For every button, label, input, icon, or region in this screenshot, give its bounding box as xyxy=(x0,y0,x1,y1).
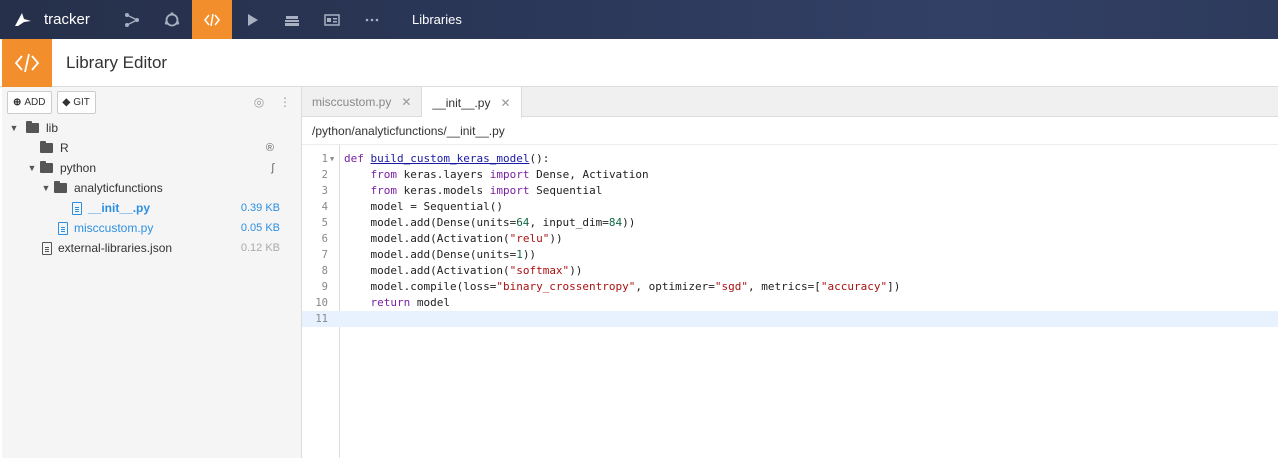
run-icon[interactable] xyxy=(232,0,272,39)
top-navbar: tracker Libraries xyxy=(0,0,1278,39)
line-number: 11 xyxy=(315,313,328,325)
add-button-label: ADD xyxy=(24,96,46,108)
line-number: 8 xyxy=(321,265,328,277)
file-icon xyxy=(72,201,82,215)
line-number: 9 xyxy=(321,281,328,293)
page-header: Library Editor xyxy=(0,38,1278,87)
line-number: 3 xyxy=(321,185,328,197)
git-button[interactable]: ◆ GIT xyxy=(56,90,96,114)
tree-folder-analyticfunctions[interactable]: ▼ analyticfunctions xyxy=(2,178,298,198)
git-button-label: GIT xyxy=(73,96,90,108)
line-number: 7 xyxy=(321,249,328,261)
jobs-icon[interactable] xyxy=(152,0,192,39)
tab-init[interactable]: __init__.py ✕ xyxy=(422,87,522,118)
tree-folder-python[interactable]: ▼ python ʃ xyxy=(2,158,298,178)
code-line[interactable]: 8 model.add(Activation("softmax")) xyxy=(302,263,1278,279)
close-icon[interactable]: ✕ xyxy=(500,96,510,110)
code-line[interactable]: 7 model.add(Dense(units=1)) xyxy=(302,247,1278,263)
tree-label: lib xyxy=(46,121,59,135)
tree-label: misccustom.py xyxy=(74,221,154,235)
folder-icon xyxy=(54,181,67,193)
tree-file-misccustom[interactable]: misccustom.py 0.05 KB xyxy=(2,218,298,238)
caret-down-icon[interactable]: ▼ xyxy=(26,163,38,173)
nav-section-label[interactable]: Libraries xyxy=(412,12,462,27)
code-text: model.add(Dense(units=1)) xyxy=(344,248,537,261)
brand[interactable]: tracker xyxy=(0,9,112,31)
tab-misccustom[interactable]: misccustom.py ✕ xyxy=(302,87,423,117)
file-icon xyxy=(58,221,68,235)
tree-folder-r[interactable]: R ® xyxy=(2,138,298,158)
settings-target-icon[interactable]: ◎ xyxy=(249,95,269,109)
file-toolbar: ⊕ ADD ◆ GIT ◎ ⋮ xyxy=(2,87,301,117)
more-icon[interactable] xyxy=(352,0,392,39)
line-number: 10 xyxy=(315,297,328,309)
line-number: 1 xyxy=(321,153,328,165)
close-icon[interactable]: ✕ xyxy=(401,95,411,109)
add-button[interactable]: ⊕ ADD xyxy=(7,90,52,114)
flow-icon[interactable] xyxy=(112,0,152,39)
code-line[interactable]: 2 from keras.layers import Dense, Activa… xyxy=(302,167,1278,183)
python-icon: ʃ xyxy=(271,162,274,174)
tree-file-external-libraries[interactable]: external-libraries.json 0.12 KB xyxy=(2,238,298,258)
code-line[interactable]: 6 model.add(Activation("relu")) xyxy=(302,231,1278,247)
r-icon: ® xyxy=(265,142,274,154)
code-text: model.compile(loss="binary_crossentropy"… xyxy=(344,280,901,293)
file-size: 0.12 KB xyxy=(240,242,280,254)
page-title: Library Editor xyxy=(66,52,168,72)
line-number: 6 xyxy=(321,233,328,245)
code-line[interactable]: 4 model = Sequential() xyxy=(302,199,1278,215)
tree-folder-lib[interactable]: ▼ lib xyxy=(2,118,298,138)
code-editor-panel: misccustom.py ✕ __init__.py ✕ /python/an… xyxy=(302,87,1278,458)
plus-circle-icon: ⊕ xyxy=(13,96,22,108)
tab-label: __init__.py xyxy=(432,95,491,110)
file-size: 0.05 KB xyxy=(240,222,280,234)
editor-tabs: misccustom.py ✕ __init__.py ✕ xyxy=(302,87,1278,118)
code-line[interactable]: 11 xyxy=(302,311,1278,327)
git-icon: ◆ xyxy=(62,96,71,108)
tree-label: python xyxy=(60,161,97,175)
file-path: /python/analyticfunctions/__init__.py xyxy=(312,123,505,138)
library-editor-code-icon xyxy=(2,38,52,87)
code-line[interactable]: 1 ▼ def build_custom_keras_model(): xyxy=(302,151,1278,167)
code-line[interactable]: 3 from keras.models import Sequential xyxy=(302,183,1278,199)
tree-label: __init__.py xyxy=(88,201,151,215)
code-line[interactable]: 5 model.add(Dense(units=64, input_dim=84… xyxy=(302,215,1278,231)
code-icon[interactable] xyxy=(192,0,232,39)
code-text: return model xyxy=(370,296,451,309)
tree-file-init[interactable]: __init__.py 0.39 KB xyxy=(2,198,298,218)
code-line[interactable]: 10 return model xyxy=(302,295,1278,311)
code-text: def build_custom_keras_model(): xyxy=(344,152,550,165)
line-number: 5 xyxy=(321,217,328,229)
code-text: model.add(Dense(units=64, input_dim=84)) xyxy=(344,216,636,229)
app-name: tracker xyxy=(44,11,90,28)
dashboard-icon[interactable] xyxy=(312,0,352,39)
caret-down-icon[interactable]: ▼ xyxy=(40,183,52,193)
code-line[interactable]: 9 model.compile(loss="binary_crossentrop… xyxy=(302,279,1278,295)
line-number: 2 xyxy=(321,169,328,181)
code-text: model.add(Activation("softmax")) xyxy=(344,264,583,277)
code-text: model = Sequential() xyxy=(344,200,503,213)
folder-icon xyxy=(40,141,53,153)
code-area[interactable]: 1 ▼ def build_custom_keras_model(): 2 from … xyxy=(302,145,1278,458)
caret-down-icon[interactable]: ▼ xyxy=(8,123,20,133)
file-size: 0.39 KB xyxy=(240,202,280,214)
tree-label: analyticfunctions xyxy=(74,181,163,195)
file-path-bar: /python/analyticfunctions/__init__.py xyxy=(302,117,1278,145)
code-text: from keras.layers import Dense, Activati… xyxy=(370,168,649,181)
deploy-icon[interactable] xyxy=(272,0,312,39)
line-number: 4 xyxy=(321,201,328,213)
code-text: model.add(Activation("relu")) xyxy=(344,232,563,245)
tree-label: R xyxy=(60,141,69,155)
code-text: from keras.models import Sequential xyxy=(370,184,603,197)
tree-label: external-libraries.json xyxy=(58,241,173,255)
folder-icon xyxy=(40,161,53,173)
kebab-menu-icon[interactable]: ⋮ xyxy=(275,95,295,109)
folder-icon xyxy=(26,121,39,133)
file-tree-panel: ⊕ ADD ◆ GIT ◎ ⋮ ▼ lib R ® ▼ python ʃ ▼ a… xyxy=(2,87,302,458)
fold-caret-icon[interactable]: ▼ xyxy=(330,151,334,167)
file-icon xyxy=(42,241,52,255)
tab-label: misccustom.py xyxy=(312,95,392,109)
logo-bird-icon xyxy=(15,12,31,26)
